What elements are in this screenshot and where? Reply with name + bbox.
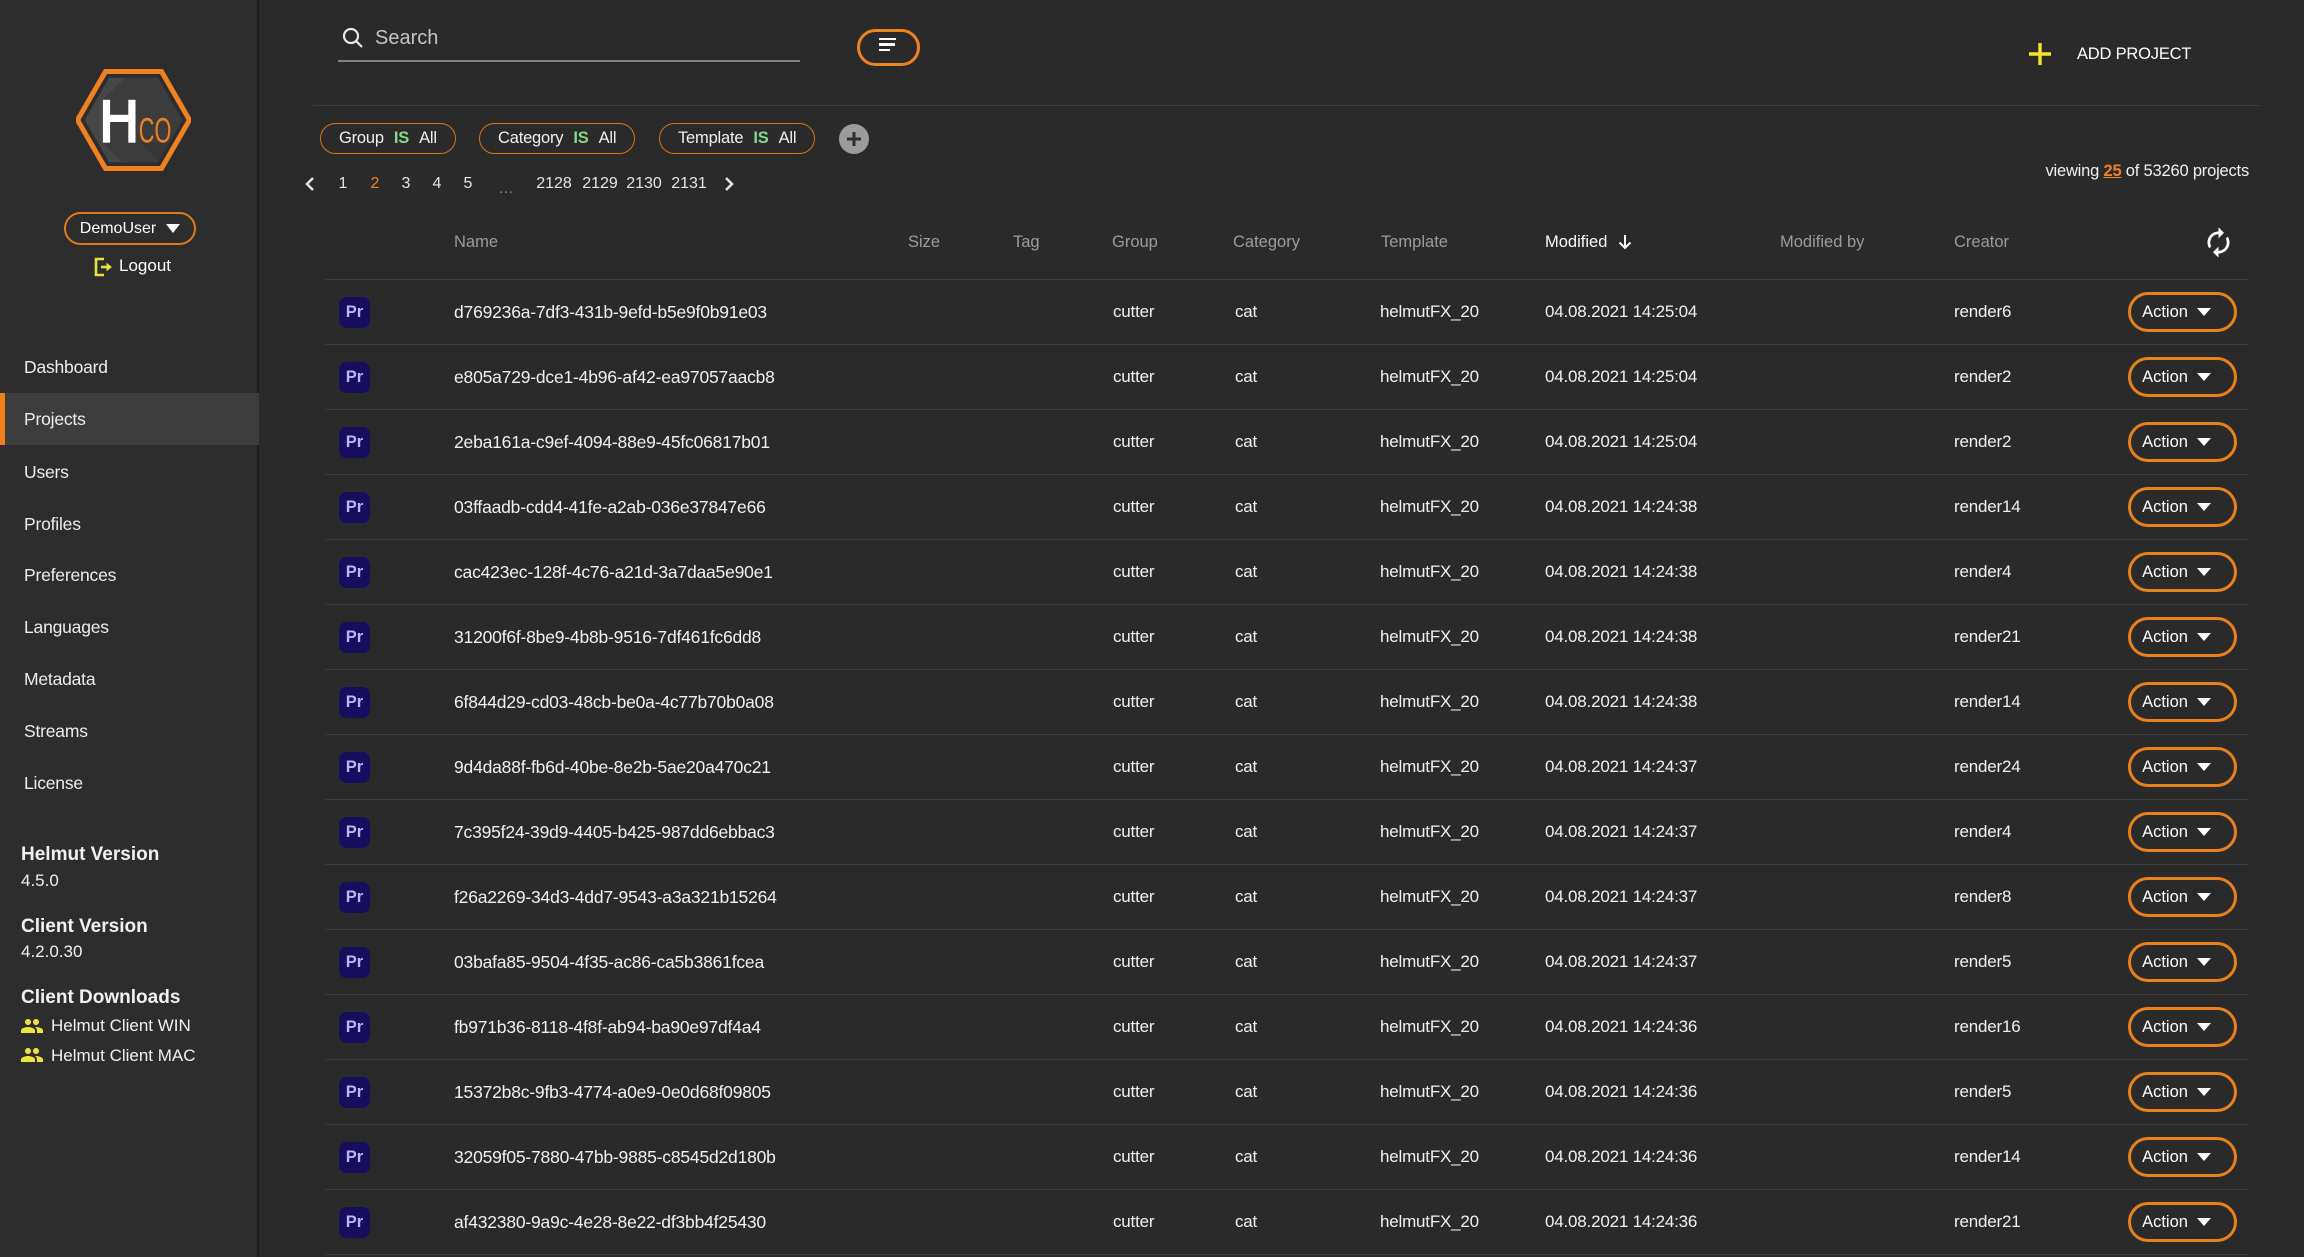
svg-text:CO: CO xyxy=(139,113,172,151)
